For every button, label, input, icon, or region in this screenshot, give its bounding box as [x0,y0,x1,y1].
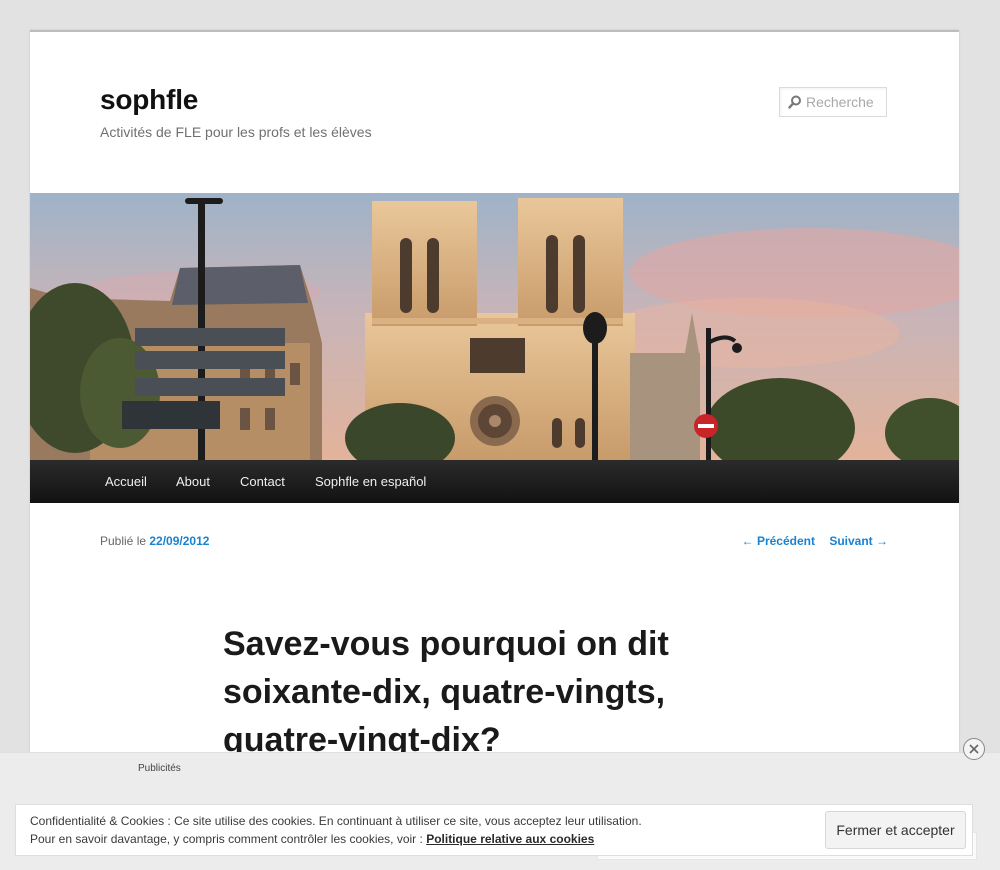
search-input[interactable] [806,91,884,113]
post-title: Savez-vous pourquoi on dit soixante-dix,… [223,625,669,759]
notre-dame-photo [30,193,959,460]
post-date-link[interactable]: 22/09/2012 [149,534,209,548]
cookie-line-2-prefix: Pour en savoir davantage, y compris comm… [30,832,423,846]
search-box[interactable] [779,87,887,117]
search-icon [788,95,801,109]
nav-item-accueil[interactable]: Accueil [105,460,147,503]
ads-label: Publicités [138,763,181,774]
nav-item-contact[interactable]: Contact [240,460,285,503]
published-prefix: Publié le [100,534,147,548]
close-ads-button[interactable] [963,738,985,760]
site-title[interactable]: sophfle [100,84,198,116]
cookie-text: Confidentialité & Cookies : Ce site util… [30,812,642,848]
previous-post-link[interactable]: ← Précédent [742,534,815,548]
accept-cookies-button[interactable]: Fermer et accepter [825,811,966,849]
page-container: sophfle Activités de FLE pour les profs … [30,30,959,870]
header-banner-image[interactable] [30,193,959,460]
cookie-policy-link[interactable]: Politique relative aux cookies [426,832,594,846]
next-post-link[interactable]: Suivant → [829,534,888,548]
main-navigation: Accueil About Contact Sophfle en español [30,460,959,503]
nav-item-about[interactable]: About [176,460,210,503]
post-navigation: ← Précédent Suivant → [731,534,888,548]
cookie-banner: Confidentialité & Cookies : Ce site util… [15,804,973,856]
nav-item-sophfle-espanol[interactable]: Sophfle en español [315,460,426,503]
cookie-line-2: Pour en savoir davantage, y compris comm… [30,830,642,848]
cookie-line-1: Confidentialité & Cookies : Ce site util… [30,814,642,828]
post-meta: Publié le 22/09/2012 [100,534,209,548]
close-icon [969,744,979,754]
site-description: Activités de FLE pour les profs et les é… [100,124,372,140]
